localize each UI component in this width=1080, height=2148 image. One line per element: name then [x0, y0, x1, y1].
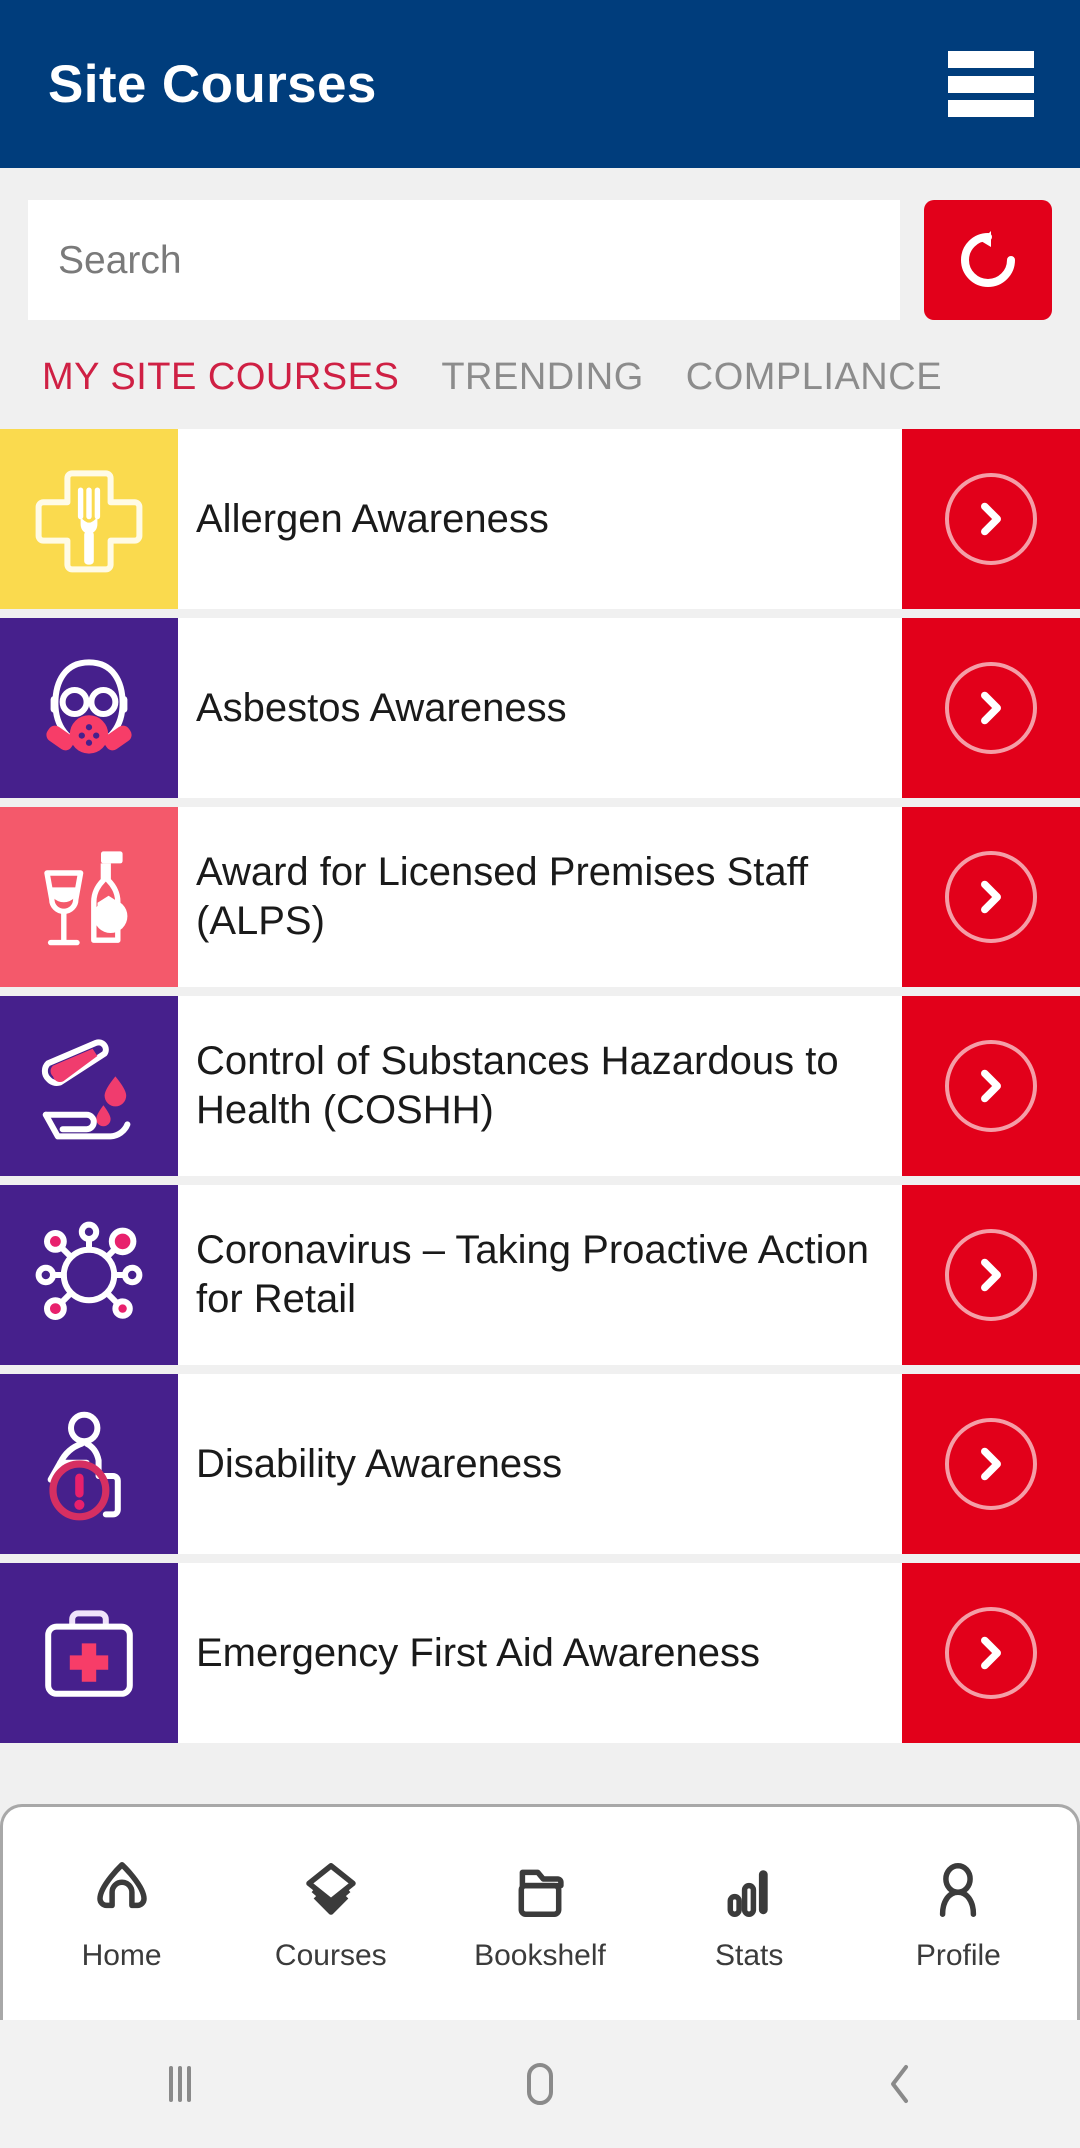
bottom-navigation: Home Courses Bookshelf Stats Profile [0, 1804, 1080, 2020]
search-input[interactable]: Search [28, 200, 900, 320]
course-title: Control of Substances Hazardous to Healt… [178, 996, 902, 1176]
system-recents-button[interactable] [90, 2056, 270, 2112]
course-row[interactable]: Allergen Awareness [0, 429, 1080, 609]
graduation-cap-icon [306, 1862, 356, 1915]
course-icon-tile [0, 429, 178, 609]
system-home-button[interactable] [450, 2055, 630, 2113]
course-row[interactable]: Award for Licensed Premises Staff (ALPS) [0, 807, 1080, 987]
course-row[interactable]: Asbestos Awareness [0, 618, 1080, 798]
nav-item-bookshelf[interactable]: Bookshelf [450, 1857, 630, 1971]
course-icon-tile [0, 1185, 178, 1365]
search-row: Search [28, 200, 1052, 320]
course-open-button[interactable] [902, 996, 1080, 1176]
chevron-right-circle-icon [945, 1040, 1037, 1132]
course-title: Emergency First Aid Awareness [178, 1563, 902, 1743]
nav-label: Courses [274, 1938, 387, 1972]
chevron-right-circle-icon [945, 473, 1037, 565]
chevron-left-icon [891, 2065, 908, 2103]
nav-label: Profile [915, 1938, 1001, 1972]
chevron-right-circle-icon [945, 1607, 1037, 1699]
tab-trending[interactable]: TRENDING [441, 356, 643, 399]
refresh-button[interactable] [924, 200, 1052, 320]
hamburger-bar [948, 75, 1034, 93]
course-open-button[interactable] [902, 1374, 1080, 1554]
wine-glass-bottle-icon [44, 851, 128, 946]
hamburger-menu-icon[interactable] [948, 51, 1034, 117]
course-row[interactable]: Control of Substances Hazardous to Healt… [0, 996, 1080, 1176]
hamburger-bar [948, 100, 1034, 117]
chevron-right-circle-icon [945, 1418, 1037, 1510]
chevron-right-circle-icon [945, 1229, 1037, 1321]
page-title: Site Courses [48, 54, 377, 114]
nav-item-home[interactable]: Home [32, 1857, 212, 1971]
chevron-right-circle-icon [945, 662, 1037, 754]
nav-item-stats[interactable]: Stats [659, 1857, 839, 1971]
nav-item-profile[interactable]: Profile [868, 1857, 1048, 1971]
nav-item-courses[interactable]: Courses [241, 1857, 421, 1971]
course-icon-tile [0, 1563, 178, 1743]
search-zone: Search [0, 168, 1080, 320]
course-icon-tile [0, 1374, 178, 1554]
course-icon-tile [0, 807, 178, 987]
course-title: Allergen Awareness [178, 429, 902, 609]
home-icon [96, 1861, 147, 1908]
course-open-button[interactable] [902, 1563, 1080, 1743]
nav-label: Stats [714, 1938, 784, 1972]
course-icon-tile [0, 996, 178, 1176]
search-placeholder: Search [58, 238, 182, 282]
system-navigation-bar [0, 2020, 1080, 2148]
course-title: Award for Licensed Premises Staff (ALPS) [178, 807, 902, 987]
nav-label: Home [81, 1938, 162, 1972]
virus-icon [35, 1221, 143, 1320]
wheelchair-alert-icon [47, 1411, 121, 1521]
app-bar: Site Courses [0, 0, 1080, 168]
app-screen: Site Courses Search MY SITE COURSES TREN… [0, 0, 1080, 2148]
course-icon-tile [0, 618, 178, 798]
course-open-button[interactable] [902, 429, 1080, 609]
course-title: Disability Awareness [178, 1374, 902, 1554]
tab-bar: MY SITE COURSES TRENDING COMPLIANCE [0, 320, 1080, 429]
course-open-button[interactable] [902, 1185, 1080, 1365]
chevron-right-circle-icon [945, 851, 1037, 943]
course-title: Coronavirus – Taking Proactive Action fo… [178, 1185, 902, 1365]
hamburger-bar [948, 51, 1034, 68]
bar-chart-icon [727, 1869, 768, 1917]
system-back-button[interactable] [810, 2055, 990, 2113]
gas-mask-icon [46, 659, 132, 754]
course-row[interactable]: Emergency First Aid Awareness [0, 1563, 1080, 1743]
course-open-button[interactable] [902, 807, 1080, 987]
refresh-icon [961, 231, 1015, 287]
test-tube-drip-hand-icon [41, 1039, 131, 1140]
tab-my-site-courses[interactable]: MY SITE COURSES [42, 356, 399, 399]
nav-label: Bookshelf [474, 1938, 606, 1972]
home-pill-icon [527, 2063, 553, 2105]
course-row[interactable]: Coronavirus – Taking Proactive Action fo… [0, 1185, 1080, 1365]
tab-compliance[interactable]: COMPLIANCE [686, 356, 942, 399]
folder-icon [518, 1869, 564, 1917]
course-row[interactable]: Disability Awareness [0, 1374, 1080, 1554]
person-icon [940, 1862, 977, 1917]
fork-in-medical-cross-icon [35, 470, 143, 573]
recents-bars-icon [169, 2066, 191, 2102]
first-aid-kit-icon [45, 1610, 133, 1697]
course-title: Asbestos Awareness [178, 618, 902, 798]
course-open-button[interactable] [902, 618, 1080, 798]
